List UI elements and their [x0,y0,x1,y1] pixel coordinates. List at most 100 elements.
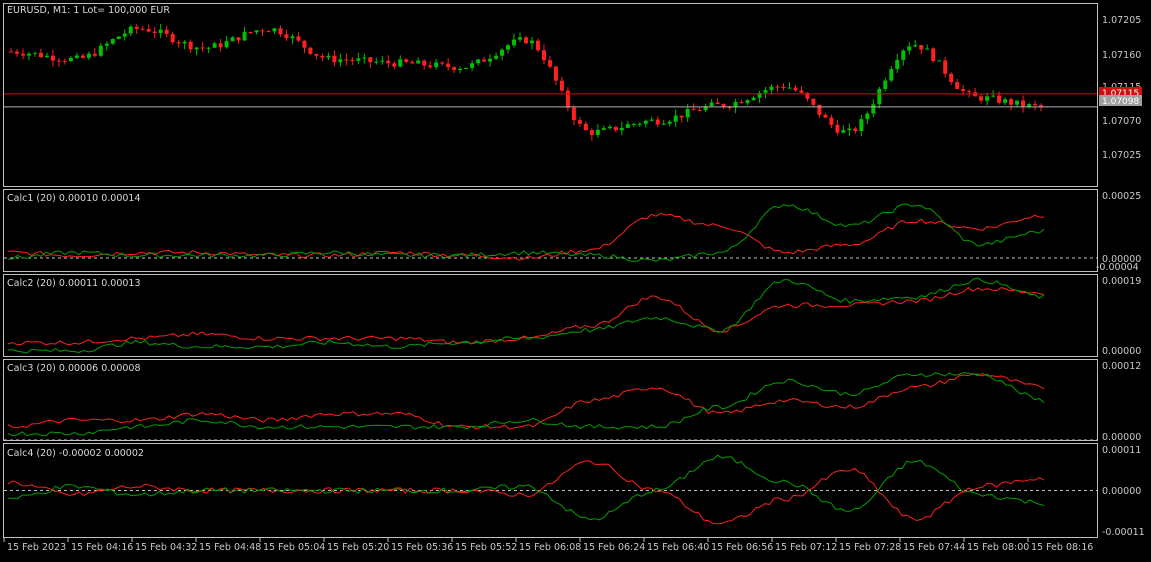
candle-body [775,86,780,88]
candle-body [104,43,109,46]
candle-body [1009,99,1014,105]
time-tick-label: 15 Feb 07:28 [839,542,901,553]
candle-body [553,66,558,81]
candle-body [937,60,942,62]
chart-canvas[interactable]: 1.07205 1.07160 1.07115 1.07070 1.07025 … [0,0,1151,558]
candle-body [500,49,505,56]
candle-body [859,119,864,132]
candle-body [38,52,43,58]
calc4-axis-zero: 0.00000 [1102,486,1141,497]
time-tick-label: 15 Feb 08:00 [967,542,1029,553]
candle-body [763,90,768,93]
candle-body [494,55,499,59]
price-tick: 1.07025 [1102,150,1141,161]
candle-body [272,28,277,32]
candle-body [164,29,169,34]
candle-body [847,128,852,131]
candle-body [296,36,301,41]
candle-body [290,36,295,39]
candle-body [643,120,648,124]
candle-body [907,46,912,51]
time-tick-label: 15 Feb 06:56 [711,542,773,553]
candle-body [529,40,534,44]
candle-body [218,43,223,48]
candle-body [386,60,391,64]
candle-body [266,31,271,33]
candle-body [362,57,367,59]
candle-body [895,59,900,70]
candle-body [811,98,816,105]
candle-body [410,61,415,64]
candle-body [422,60,427,66]
candle-body [559,80,564,91]
candle-body [877,88,882,105]
time-tick-label: 15 Feb 05:20 [327,542,389,553]
candle-body [518,37,523,40]
time-axis: 15 Feb 2023 15 Feb 04:16 15 Feb 04:32 15 Fe… [3,538,1093,553]
candle-body [248,32,253,34]
candle-body [110,39,115,44]
time-tick-label: 15 Feb 07:44 [903,542,965,553]
candle-body [709,102,714,107]
candle-body [823,114,828,118]
time-tick-label: 15 Feb 06:40 [647,542,709,553]
candle-body [967,91,972,93]
candle-body [913,45,918,47]
candle-body [140,28,145,30]
candle-body [547,60,552,67]
candle-body [200,47,205,49]
candle-body [344,59,349,61]
candle-body [1015,100,1020,105]
candle-body [392,63,397,67]
candle-body [619,127,624,131]
symbol-header: EURUSD, M1: 1 Lot= 100,000 EUR [7,5,170,16]
candle-body [571,107,576,121]
candle-body [182,41,187,44]
candle-body [769,86,774,91]
price-tick: 1.07160 [1102,50,1141,61]
candle-body [464,67,469,69]
candle-body [308,47,313,54]
candle-body [128,26,133,34]
time-tick-label: 15 Feb 04:16 [71,542,133,553]
candle-body [1033,104,1038,106]
candle-body [212,43,217,48]
candle-body [116,36,121,40]
candle-body [655,119,660,125]
candle-body [368,57,373,63]
candle-body [943,60,948,74]
candle-body [817,104,822,115]
candle-body [1003,99,1008,103]
candle-body [577,120,582,124]
candle-body [853,128,858,132]
candle-body [320,55,325,58]
calc3-axis-zero: 0.00000 [1102,432,1141,443]
candle-body [428,65,433,68]
calc2-green-line [7,277,1045,354]
candle-body [158,29,163,33]
time-tick-label: 15 Feb 06:24 [583,542,645,553]
calc3-title: Calc3 (20) 0.00006 0.00008 [7,363,141,374]
candle-body [170,33,175,43]
price-tick: 1.07070 [1102,116,1141,127]
candle-body [745,100,750,104]
candle-body [134,26,139,29]
candle-body [799,90,804,93]
time-tick-label: 15 Feb 05:04 [263,542,325,553]
bid-price-tag: 1.07098 [1102,97,1139,107]
time-tick-label: 15 Feb 06:08 [519,542,581,553]
candle-body [482,59,487,62]
candle-body [931,48,936,62]
candle-body [631,123,636,125]
candle-body [1039,105,1044,107]
time-tick-label: 15 Feb 2023 [7,542,66,553]
candle-body [122,33,127,37]
candle-body [673,115,678,122]
calc1-pane-frame [3,189,1098,272]
calc4-red-line [7,460,1045,525]
candle-body [50,55,55,61]
candle-body [1021,100,1026,107]
candle-body [26,53,31,56]
candle-body [224,41,229,48]
candle-body [829,117,834,125]
